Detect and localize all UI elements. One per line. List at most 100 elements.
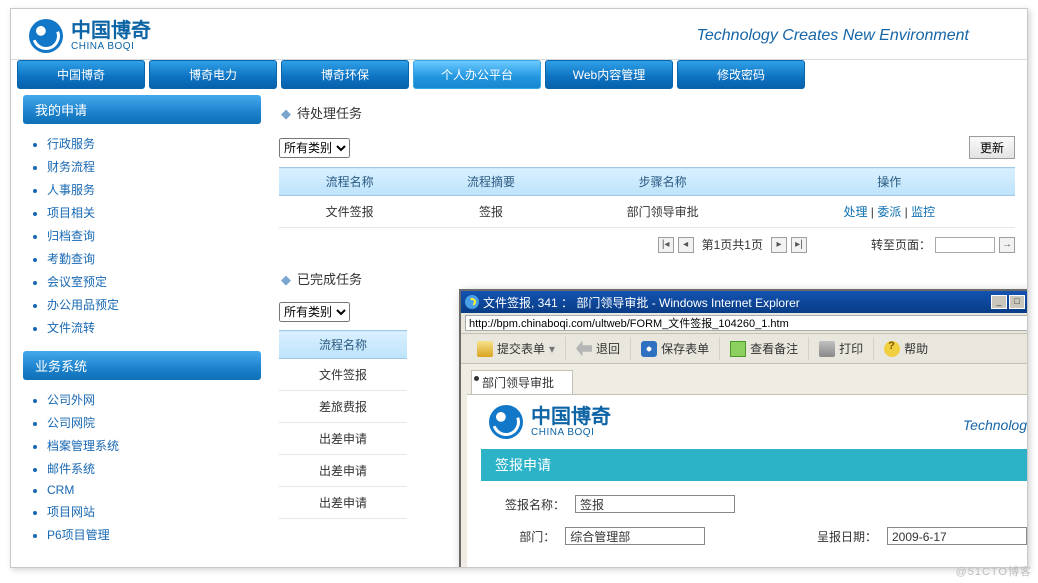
pager-last-icon[interactable]: ▸|	[791, 237, 807, 253]
op-delegate[interactable]: 委派	[877, 205, 901, 219]
submit-form-button[interactable]: 提交表单▾	[467, 337, 566, 360]
done-title: ◆已完成任务	[281, 269, 1015, 288]
pending-category-select[interactable]: 所有类别	[279, 138, 350, 158]
popup-brand-cn: 中国博奇	[531, 407, 611, 427]
popup-logo: 中国博奇 CHINA BOQI	[481, 405, 1027, 439]
pending-table: 流程名称 流程摘要 步骤名称 操作 文件签报 签报 部门领导审批 处理 | 委派…	[279, 167, 1015, 228]
sidebar-item-finance[interactable]: 财务流程	[47, 155, 261, 178]
form-tab[interactable]: 部门领导审批	[471, 370, 573, 394]
name-field[interactable]: 签报	[575, 495, 735, 513]
form-section-bar: 签报申请	[481, 449, 1027, 481]
pager-text: 第1页共1页	[702, 236, 763, 253]
sidebar-item-archive[interactable]: 归档查询	[47, 224, 261, 247]
header-slogan: Technology Creates New Environment	[697, 27, 1009, 45]
sidebar-item-meeting[interactable]: 会议室预定	[47, 270, 261, 293]
col-summary: 流程摘要	[420, 168, 561, 196]
ie-popup-window: 文件签报, 341 ： 部门领导审批 - Windows Internet Ex…	[459, 289, 1028, 568]
cell-summary: 签报	[420, 196, 561, 228]
notes-icon	[730, 341, 746, 357]
window-title: 文件签报, 341 ： 部门领导审批 - Windows Internet Ex…	[483, 294, 991, 311]
logo-swirl-icon	[489, 405, 523, 439]
nav-elec[interactable]: 博奇电力	[149, 60, 277, 89]
maximize-icon[interactable]: □	[1009, 295, 1025, 309]
date-field[interactable]: 2009-6-17	[887, 527, 1027, 545]
sidebar-item-docflow[interactable]: 文件流转	[47, 316, 261, 339]
sidebar: 我的申请 行政服务 财务流程 人事服务 项目相关 归档查询 考勤查询 会议室预定…	[23, 95, 261, 558]
nav-personal[interactable]: 个人办公平台	[413, 60, 541, 89]
popup-brand-en: CHINA BOQI	[531, 427, 611, 438]
sidebar-item-intranet[interactable]: 公司网院	[47, 411, 261, 434]
table-row: 出差申请	[279, 455, 407, 487]
save-icon	[641, 341, 657, 357]
nav-web[interactable]: Web内容管理	[545, 60, 673, 89]
close-icon[interactable]: ×	[1027, 295, 1028, 309]
address-input[interactable]	[465, 315, 1028, 331]
sidebar-item-supply[interactable]: 办公用品预定	[47, 293, 261, 316]
pager-prev-icon[interactable]: ◂	[678, 237, 694, 253]
update-button[interactable]: 更新	[969, 136, 1015, 159]
sidebar-item-mail[interactable]: 邮件系统	[47, 457, 261, 480]
sidebar-biz-title: 业务系统	[23, 351, 261, 380]
done-col-name: 流程名称	[279, 331, 407, 359]
date-label: 呈报日期：	[775, 528, 877, 545]
col-name: 流程名称	[279, 168, 420, 196]
sidebar-item-project[interactable]: 项目相关	[47, 201, 261, 224]
popup-toolbar: 提交表单▾ 退回 保存表单 查看备注 打印 帮助	[461, 334, 1028, 364]
brand-cn: 中国博奇	[71, 21, 151, 41]
sidebar-item-archivesys[interactable]: 档案管理系统	[47, 434, 261, 457]
col-op: 操作	[764, 168, 1015, 196]
op-monitor[interactable]: 监控	[911, 205, 935, 219]
nav-env[interactable]: 博奇环保	[281, 60, 409, 89]
dept-field[interactable]: 综合管理部	[565, 527, 705, 545]
print-button[interactable]: 打印	[809, 337, 874, 360]
pager-goto-input[interactable]	[935, 237, 995, 253]
sidebar-myreq-title: 我的申请	[23, 95, 261, 124]
op-handle[interactable]: 处理	[843, 205, 867, 219]
table-row: 文件签报	[279, 359, 407, 391]
pager: |◂ ◂ 第1页共1页 ▸ ▸| 转至页面： →	[279, 236, 1015, 253]
pager-first-icon[interactable]: |◂	[658, 237, 674, 253]
sidebar-biz-list: 公司外网 公司网院 档案管理系统 邮件系统 CRM 项目网站 P6项目管理	[23, 384, 261, 558]
sidebar-item-crm[interactable]: CRM	[47, 480, 261, 500]
logo-swirl-icon	[29, 19, 63, 53]
help-icon	[884, 341, 900, 357]
submit-icon	[477, 341, 493, 357]
pending-title: ◆待处理任务	[281, 103, 1015, 122]
sidebar-item-p6[interactable]: P6项目管理	[47, 523, 261, 546]
sidebar-item-attend[interactable]: 考勤查询	[47, 247, 261, 270]
cell-op: 处理 | 委派 | 监控	[764, 196, 1015, 228]
popup-slogan-partial: Technolog	[963, 417, 1027, 433]
print-icon	[819, 341, 835, 357]
table-row: 出差申请	[279, 423, 407, 455]
address-bar	[461, 313, 1028, 334]
back-button[interactable]: 退回	[566, 337, 631, 360]
sidebar-item-hr[interactable]: 人事服务	[47, 178, 261, 201]
help-button[interactable]: 帮助	[874, 337, 938, 360]
pager-go-icon[interactable]: →	[999, 237, 1015, 253]
pager-next-icon[interactable]: ▸	[771, 237, 787, 253]
nav-boqi[interactable]: 中国博奇	[17, 60, 145, 89]
done-title-text: 已完成任务	[297, 272, 362, 287]
table-row: 出差申请	[279, 487, 407, 519]
col-step: 步骤名称	[562, 168, 764, 196]
sidebar-item-extnet[interactable]: 公司外网	[47, 388, 261, 411]
cell-step: 部门领导审批	[562, 196, 764, 228]
header: 中国博奇 CHINA BOQI Technology Creates New E…	[11, 9, 1027, 60]
done-category-select[interactable]: 所有类别	[279, 302, 350, 322]
cell-name: 文件签报	[279, 196, 420, 228]
back-icon	[576, 341, 592, 357]
window-titlebar[interactable]: 文件签报, 341 ： 部门领导审批 - Windows Internet Ex…	[461, 291, 1028, 313]
pager-goto-label: 转至页面：	[871, 236, 931, 253]
sidebar-item-projsite[interactable]: 项目网站	[47, 500, 261, 523]
sidebar-item-admin[interactable]: 行政服务	[47, 132, 261, 155]
chevron-down-icon: ▾	[549, 342, 555, 356]
view-notes-button[interactable]: 查看备注	[720, 337, 809, 360]
watermark: @51CTO博客	[956, 563, 1032, 579]
done-table: 流程名称 文件签报 差旅费报 出差申请 出差申请 出差申请	[279, 330, 407, 519]
save-form-button[interactable]: 保存表单	[631, 337, 720, 360]
minimize-icon[interactable]: _	[991, 295, 1007, 309]
nav-pwd[interactable]: 修改密码	[677, 60, 805, 89]
dept-label: 部门：	[501, 528, 555, 545]
popup-page: 中国博奇 CHINA BOQI Technolog 签报申请 签报名称： 签报 …	[467, 394, 1028, 568]
brand-logo: 中国博奇 CHINA BOQI	[29, 19, 151, 53]
